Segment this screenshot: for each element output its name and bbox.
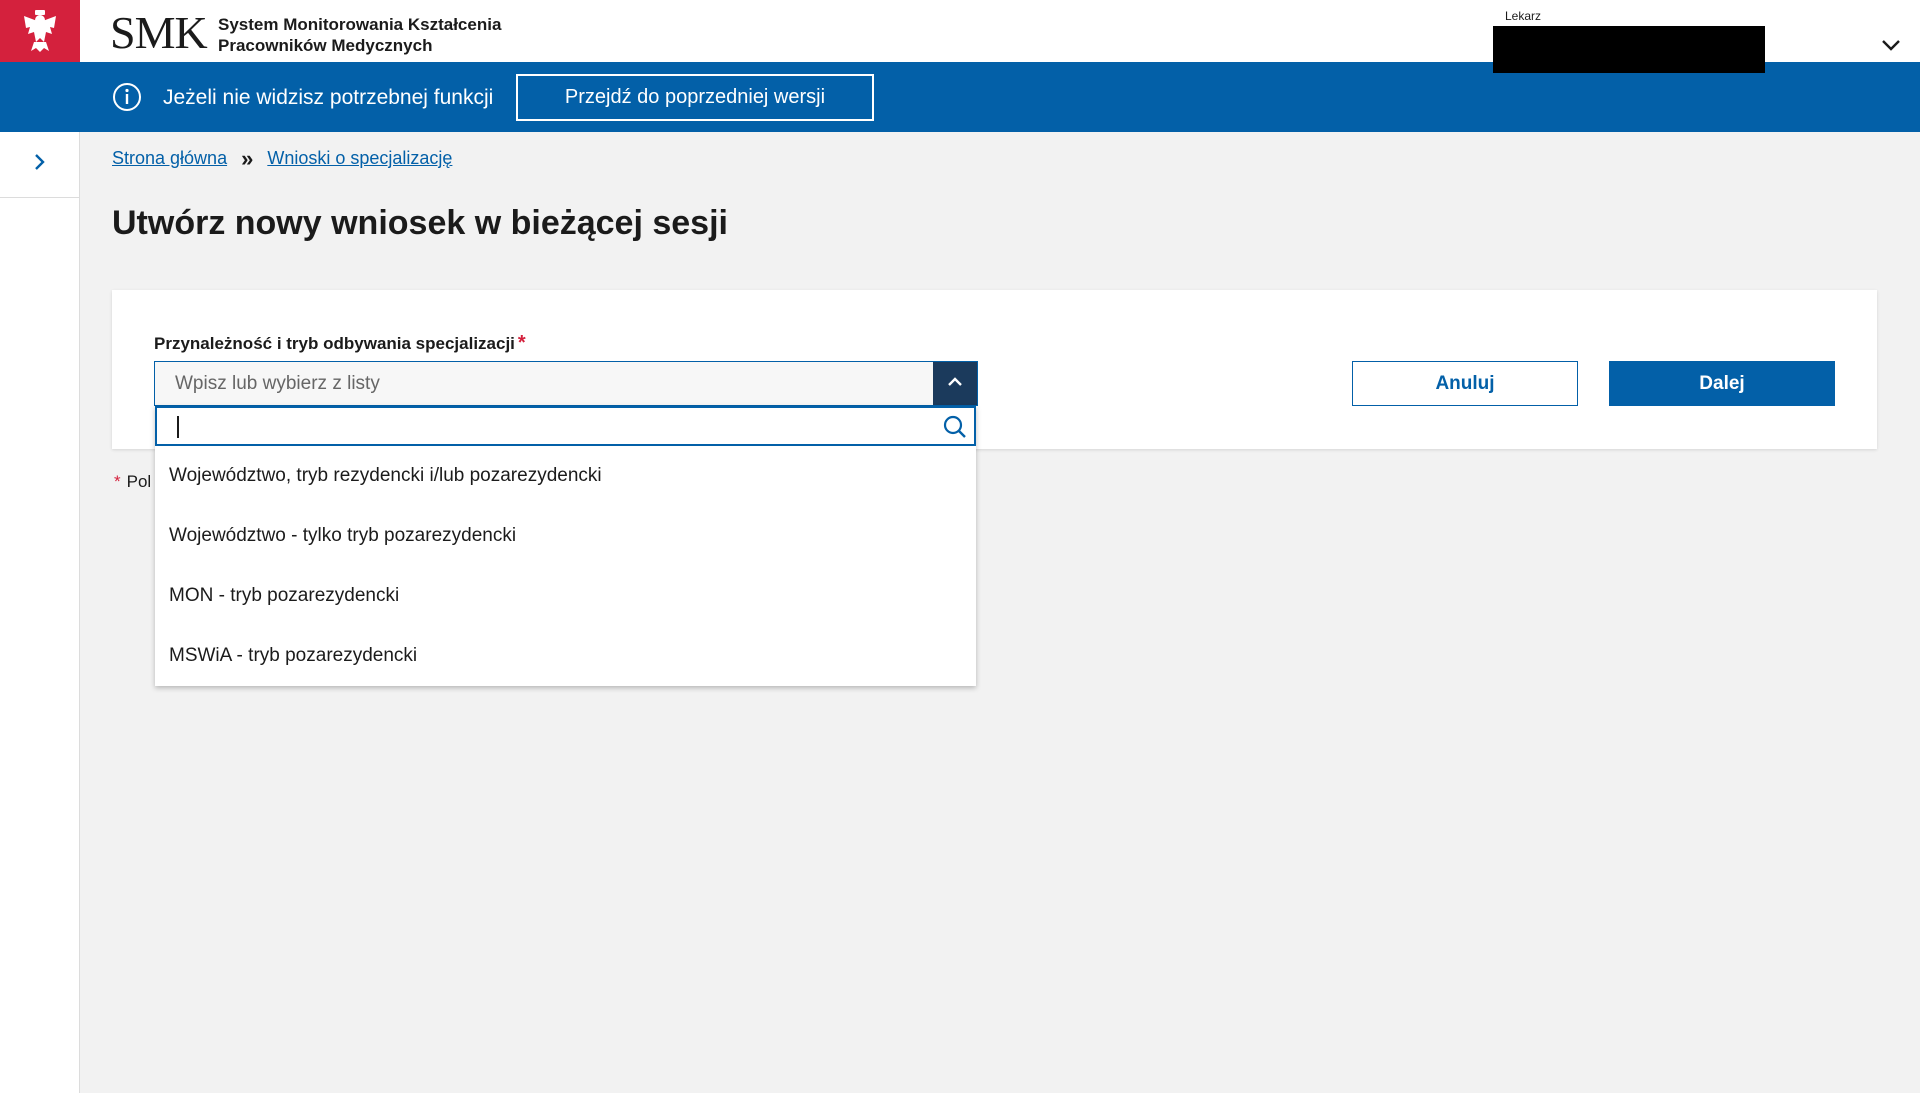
system-name: System Monitorowania Kształcenia Pracown… [218,14,501,56]
chevron-up-icon [946,375,964,393]
search-icon[interactable] [942,414,968,440]
user-role-label: Lekarz [1505,9,1542,23]
eagle-emblem-icon [0,0,80,62]
dropdown-search-box[interactable] [155,406,976,446]
required-note-marker: * [114,472,121,491]
specialization-combobox[interactable] [154,361,978,406]
field-label-text: Przynależność i tryb odbywania specjaliz… [154,334,515,353]
option-wojewodztwo-rezydencki[interactable]: Województwo, tryb rezydencki i/lub pozar… [155,446,976,506]
system-name-line2: Pracowników Medycznych [218,36,433,55]
sidebar-toggle-button[interactable] [0,132,80,198]
info-icon [112,82,142,112]
cancel-button[interactable]: Anuluj [1352,361,1578,406]
dropdown-search-input[interactable] [157,408,927,444]
option-wojewodztwo-pozarezydencki[interactable]: Województwo - tylko tryb pozarezydencki [155,506,976,566]
combobox-toggle-button[interactable] [933,362,977,405]
required-note-text: Pol [126,472,152,491]
text-caret [177,416,179,438]
app-header: SMK System Monitorowania Kształcenia Pra… [0,0,1920,73]
breadcrumb-separator: » [241,145,254,171]
page-title: Utwórz nowy wniosek w bieżącej sesji [112,204,728,242]
combobox-dropdown: Województwo, tryb rezydencki i/lub pozar… [155,406,976,686]
field-label: Przynależność i tryb odbywania specjaliz… [154,332,526,355]
option-list: Województwo, tryb rezydencki i/lub pozar… [155,446,976,686]
smk-logo[interactable]: SMK [110,10,208,56]
option-mon[interactable]: MON - tryb pozarezydencki [155,566,976,626]
previous-version-button[interactable]: Przejdź do poprzedniej wersji [516,74,874,121]
next-button[interactable]: Dalej [1609,361,1835,406]
option-mswia[interactable]: MSWiA - tryb pozarezydencki [155,626,976,686]
info-message: Jeżeli nie widzisz potrzebnej funkcji [163,86,494,109]
sidebar [0,132,80,1093]
chevron-right-icon [33,152,47,177]
required-marker: * [517,332,526,354]
breadcrumb: Strona główna » Wnioski o specjalizację [112,145,452,171]
system-name-line1: System Monitorowania Kształcenia [218,15,502,34]
user-name-redacted[interactable] [1493,26,1765,73]
required-fields-note: * Pol [114,472,151,492]
breadcrumb-link-home[interactable]: Strona główna [112,148,227,169]
combobox-input[interactable] [155,362,933,405]
breadcrumb-link-applications[interactable]: Wnioski o specjalizację [267,148,452,169]
chevron-down-icon[interactable] [1880,34,1902,56]
